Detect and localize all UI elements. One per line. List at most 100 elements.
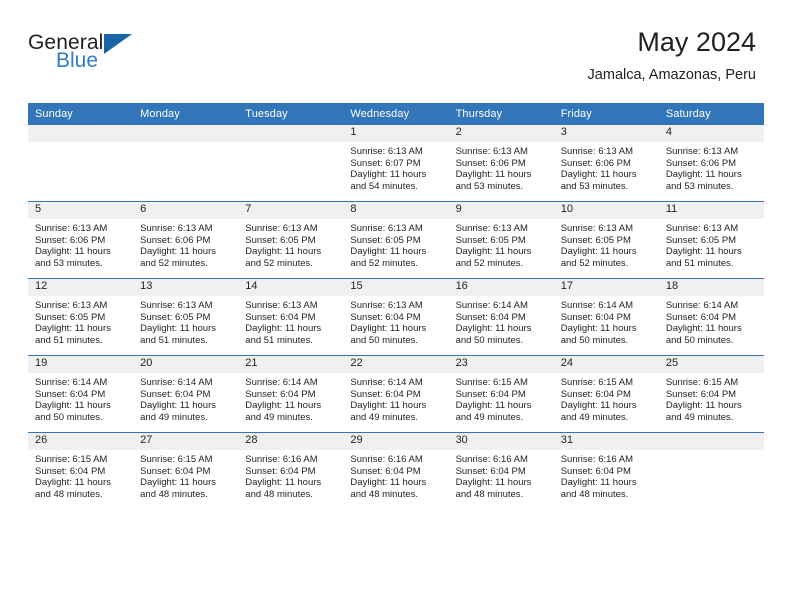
- day-cell-content: 14 Sunrise: 6:13 AM Sunset: 6:04 PM Dayligh…: [238, 279, 344, 355]
- sunrise-text: Sunrise: 6:13 AM: [140, 300, 213, 311]
- day-details: Sunrise: 6:15 AM Sunset: 6:04 PM Daylight:…: [28, 450, 133, 500]
- calendar-day-cell[interactable]: 29 Sunrise: 6:16 AM Sunset: 6:04 PM Dayligh…: [343, 432, 449, 509]
- day-number: 9: [448, 202, 554, 219]
- calendar-day-cell[interactable]: 10 Sunrise: 6:13 AM Sunset: 6:05 PM Dayligh…: [553, 201, 659, 279]
- day-details: Sunrise: 6:13 AM Sunset: 6:05 PM Daylight:…: [133, 296, 238, 346]
- calendar-day-cell[interactable]: 17 Sunrise: 6:14 AM Sunset: 6:04 PM Dayligh…: [553, 278, 659, 356]
- calendar-day-cell[interactable]: 26 Sunrise: 6:15 AM Sunset: 6:04 PM Dayligh…: [28, 432, 134, 509]
- day-number: 15: [343, 279, 449, 296]
- day-number: 31: [553, 433, 659, 450]
- general-blue-logo[interactable]: General Blue: [28, 32, 188, 80]
- calendar-day-cell[interactable]: 27 Sunrise: 6:15 AM Sunset: 6:04 PM Dayligh…: [133, 432, 239, 509]
- calendar-day-cell[interactable]: 9 Sunrise: 6:13 AM Sunset: 6:05 PM Daylight…: [448, 201, 554, 279]
- calendar-day-cell[interactable]: 15 Sunrise: 6:13 AM Sunset: 6:04 PM Dayligh…: [343, 278, 449, 356]
- calendar-day-cell[interactable]: 12 Sunrise: 6:13 AM Sunset: 6:05 PM Dayligh…: [28, 278, 134, 356]
- daylight-text: Daylight: 11 hours: [140, 400, 217, 412]
- sunset-text: Sunset: 6:04 PM: [140, 465, 211, 477]
- calendar-day-cell[interactable]: 5 Sunrise: 6:13 AM Sunset: 6:06 PM Daylight…: [28, 201, 134, 279]
- day-number: 20: [133, 356, 239, 373]
- calendar-day-cell[interactable]: 21 Sunrise: 6:14 AM Sunset: 6:04 PM Dayligh…: [238, 355, 344, 433]
- day-cell-content: 23 Sunrise: 6:15 AM Sunset: 6:04 PM Dayligh…: [448, 356, 554, 432]
- daylight-text: and 48 minutes.: [140, 488, 208, 500]
- sunset-text: Sunset: 6:04 PM: [245, 465, 316, 477]
- calendar-day-cell[interactable]: 18 Sunrise: 6:14 AM Sunset: 6:04 PM Dayligh…: [658, 278, 764, 356]
- daylight-text: Daylight: 11 hours: [350, 323, 427, 335]
- calendar-day-cell[interactable]: 22 Sunrise: 6:14 AM Sunset: 6:04 PM Dayligh…: [343, 355, 449, 433]
- day-details: Sunrise: 6:13 AM Sunset: 6:06 PM Daylight:…: [449, 142, 554, 192]
- sunrise-text: Sunrise: 6:16 AM: [350, 454, 423, 465]
- day-cell-content: 5 Sunrise: 6:13 AM Sunset: 6:06 PM Daylight…: [28, 202, 134, 278]
- day-details: [28, 142, 133, 146]
- day-details: Sunrise: 6:13 AM Sunset: 6:05 PM Daylight:…: [554, 219, 659, 269]
- calendar-day-cell[interactable]: 24 Sunrise: 6:15 AM Sunset: 6:04 PM Dayligh…: [553, 355, 659, 433]
- page-title: May 2024: [637, 27, 756, 57]
- day-cell-content: 16 Sunrise: 6:14 AM Sunset: 6:04 PM Dayligh…: [448, 279, 554, 355]
- calendar-day-cell[interactable]: [238, 125, 344, 202]
- daylight-text: Daylight: 11 hours: [665, 246, 742, 258]
- calendar-day-cell[interactable]: 3 Sunrise: 6:13 AM Sunset: 6:06 PM Daylight…: [553, 125, 659, 202]
- sunset-text: Sunset: 6:05 PM: [140, 311, 211, 323]
- day-number: 10: [553, 202, 659, 219]
- day-cell-content: 6 Sunrise: 6:13 AM Sunset: 6:06 PM Daylight…: [133, 202, 239, 278]
- calendar-day-cell[interactable]: [133, 125, 239, 202]
- calendar-day-cell[interactable]: [28, 125, 134, 202]
- day-details: Sunrise: 6:15 AM Sunset: 6:04 PM Daylight:…: [449, 373, 554, 423]
- day-details: Sunrise: 6:13 AM Sunset: 6:07 PM Daylight:…: [343, 142, 448, 192]
- daylight-text: and 53 minutes.: [560, 180, 629, 192]
- calendar-day-cell[interactable]: 4 Sunrise: 6:13 AM Sunset: 6:06 PM Daylight…: [658, 125, 764, 202]
- day-cell-content: 15 Sunrise: 6:13 AM Sunset: 6:04 PM Dayligh…: [343, 279, 449, 355]
- day-number: 5: [28, 202, 134, 219]
- daylight-text: Daylight: 11 hours: [665, 400, 742, 412]
- day-details: Sunrise: 6:13 AM Sunset: 6:05 PM Daylight:…: [449, 219, 554, 269]
- calendar-day-cell[interactable]: 20 Sunrise: 6:14 AM Sunset: 6:04 PM Dayligh…: [133, 355, 239, 433]
- day-cell-content: 30 Sunrise: 6:16 AM Sunset: 6:04 PM Dayligh…: [448, 433, 554, 509]
- sunset-text: Sunset: 6:05 PM: [455, 234, 526, 246]
- calendar-day-cell[interactable]: 30 Sunrise: 6:16 AM Sunset: 6:04 PM Dayligh…: [448, 432, 554, 509]
- sunrise-text: Sunrise: 6:14 AM: [665, 300, 739, 311]
- weekday-header-sunday: Sunday: [28, 103, 134, 125]
- day-cell-content: 29 Sunrise: 6:16 AM Sunset: 6:04 PM Dayligh…: [343, 433, 449, 509]
- day-cell-content: 21 Sunrise: 6:14 AM Sunset: 6:04 PM Dayligh…: [238, 356, 344, 432]
- calendar-day-cell[interactable]: 31 Sunrise: 6:16 AM Sunset: 6:04 PM Dayligh…: [553, 432, 659, 509]
- daylight-text: and 53 minutes.: [455, 180, 524, 192]
- daylight-text: and 51 minutes.: [35, 334, 103, 346]
- daylight-text: Daylight: 11 hours: [455, 246, 532, 258]
- calendar-day-cell[interactable]: 14 Sunrise: 6:13 AM Sunset: 6:04 PM Dayligh…: [238, 278, 344, 356]
- day-number: 27: [133, 433, 239, 450]
- day-cell-content: 31 Sunrise: 6:16 AM Sunset: 6:04 PM Dayligh…: [553, 433, 659, 509]
- calendar-day-cell[interactable]: 2 Sunrise: 6:13 AM Sunset: 6:06 PM Daylight…: [448, 125, 554, 202]
- calendar-week-row: 5 Sunrise: 6:13 AM Sunset: 6:06 PM Daylight…: [28, 201, 764, 279]
- calendar-day-cell[interactable]: [658, 432, 764, 509]
- calendar-day-cell[interactable]: 6 Sunrise: 6:13 AM Sunset: 6:06 PM Daylight…: [133, 201, 239, 279]
- sunset-text: Sunset: 6:04 PM: [350, 388, 421, 400]
- daylight-text: and 50 minutes.: [455, 334, 524, 346]
- day-number: 4: [658, 125, 764, 142]
- day-details: Sunrise: 6:13 AM Sunset: 6:05 PM Daylight:…: [28, 296, 133, 346]
- calendar-day-cell[interactable]: 19 Sunrise: 6:14 AM Sunset: 6:04 PM Dayligh…: [28, 355, 134, 433]
- daylight-text: and 48 minutes.: [560, 488, 629, 500]
- calendar-day-cell[interactable]: 7 Sunrise: 6:13 AM Sunset: 6:05 PM Daylight…: [238, 201, 344, 279]
- day-number: 28: [238, 433, 344, 450]
- calendar-day-cell[interactable]: 23 Sunrise: 6:15 AM Sunset: 6:04 PM Dayligh…: [448, 355, 554, 433]
- sunrise-text: Sunrise: 6:13 AM: [245, 223, 318, 234]
- sunset-text: Sunset: 6:04 PM: [560, 311, 631, 323]
- sunrise-text: Sunrise: 6:15 AM: [35, 454, 108, 465]
- calendar-day-cell[interactable]: 16 Sunrise: 6:14 AM Sunset: 6:04 PM Dayligh…: [448, 278, 554, 356]
- sunset-text: Sunset: 6:04 PM: [560, 465, 631, 477]
- calendar-page: General Blue May 2024 Jamalca, Amazonas,…: [0, 0, 792, 612]
- calendar-day-cell[interactable]: 8 Sunrise: 6:13 AM Sunset: 6:05 PM Daylight…: [343, 201, 449, 279]
- calendar-day-cell[interactable]: 28 Sunrise: 6:16 AM Sunset: 6:04 PM Dayligh…: [238, 432, 344, 509]
- day-number: 22: [343, 356, 449, 373]
- calendar-day-cell[interactable]: 1 Sunrise: 6:13 AM Sunset: 6:07 PM Daylight…: [343, 125, 449, 202]
- day-cell-content: 27 Sunrise: 6:15 AM Sunset: 6:04 PM Dayligh…: [133, 433, 239, 509]
- weekday-header-saturday: Saturday: [658, 103, 764, 125]
- calendar-day-cell[interactable]: 13 Sunrise: 6:13 AM Sunset: 6:05 PM Dayligh…: [133, 278, 239, 356]
- calendar-day-cell[interactable]: 25 Sunrise: 6:15 AM Sunset: 6:04 PM Dayligh…: [658, 355, 764, 433]
- day-number: 23: [448, 356, 554, 373]
- day-number: 8: [343, 202, 449, 219]
- sunset-text: Sunset: 6:04 PM: [245, 311, 316, 323]
- daylight-text: Daylight: 11 hours: [350, 477, 427, 489]
- calendar-day-cell[interactable]: 11 Sunrise: 6:13 AM Sunset: 6:05 PM Dayligh…: [658, 201, 764, 279]
- day-details: Sunrise: 6:14 AM Sunset: 6:04 PM Daylight:…: [28, 373, 133, 423]
- sunrise-text: Sunrise: 6:14 AM: [350, 377, 423, 388]
